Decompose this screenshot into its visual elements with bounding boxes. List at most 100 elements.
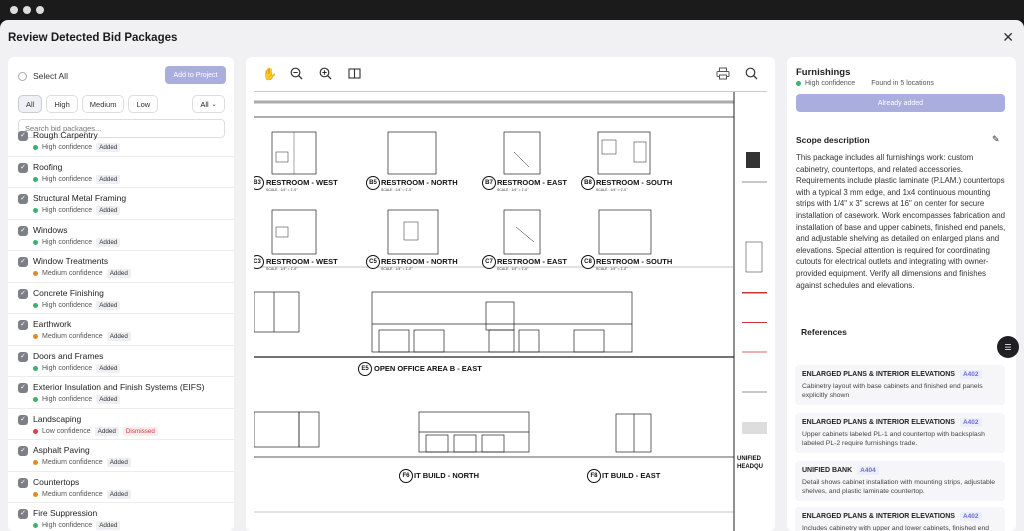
confidence-label: High confidence [42, 175, 93, 183]
drawing-title: RESTROOM - WEST [266, 178, 338, 187]
scale-note: SCALE : 1/4" = 1'-0" [266, 188, 298, 192]
filter-medium-chip[interactable]: Medium [81, 95, 125, 113]
package-meta: Medium confidence Added [33, 489, 131, 499]
list-item[interactable]: ✓ Asphalt Paving Medium confidence Added [8, 440, 234, 472]
check-icon[interactable]: ✓ [18, 225, 28, 236]
list-item[interactable]: ✓ Doors and Frames High confidence Added [8, 346, 234, 377]
check-icon[interactable]: ✓ [18, 414, 28, 425]
drawing-title: IT BUILD - EAST [602, 471, 661, 480]
check-icon[interactable]: ✓ [18, 131, 28, 141]
list-item[interactable]: ✓ Roofing High confidence Added [8, 157, 234, 188]
package-name: Window Treatments [33, 256, 109, 266]
check-icon[interactable]: ✓ [18, 509, 28, 519]
select-all-radio[interactable] [18, 71, 27, 81]
scale-note: SCALE : 1/4" = 1'-0" [497, 267, 529, 271]
check-icon[interactable]: ✓ [18, 351, 28, 362]
list-item[interactable]: ✓ Structural Metal Framing High confiden… [8, 188, 234, 220]
scale-note: SCALE : 1/4" = 1'-0" [381, 188, 413, 192]
modal-window: Review Detected Bid Packages ✕ Select Al… [0, 20, 1024, 531]
zoom-in-icon[interactable] [319, 67, 332, 83]
check-icon[interactable]: ✓ [18, 288, 28, 299]
list-item[interactable]: ✓ Rough Carpentry High confidence Added [8, 125, 234, 157]
check-icon[interactable]: ✓ [18, 320, 28, 330]
confidence-dot [796, 81, 801, 86]
confidence-label: High confidence [42, 301, 93, 309]
package-name: Countertops [33, 476, 80, 487]
window-close-dot[interactable] [10, 6, 18, 14]
reference-card[interactable]: ENLARGED PLANS & INTERIOR ELEVATIONS A40… [795, 507, 1005, 531]
drawing-title: RESTROOM - SOUTH [596, 257, 673, 266]
print-icon[interactable] [716, 67, 730, 83]
select-all-control[interactable]: Select All [18, 71, 68, 81]
check-icon[interactable]: ✓ [18, 162, 28, 173]
confidence-dot [33, 176, 38, 182]
package-detail-panel: Furnishings High confidence Found in 5 l… [787, 57, 1016, 531]
filter-high-chip[interactable]: High [46, 95, 78, 113]
drawing-title: RESTROOM - EAST [497, 257, 568, 266]
window-minimize-dot[interactable] [23, 6, 31, 14]
check-icon[interactable]: ✓ [18, 257, 28, 267]
drawing-title: RESTROOM - NORTH [381, 257, 458, 266]
search-icon[interactable] [745, 67, 758, 83]
sheet-badge[interactable]: A402 [959, 418, 982, 427]
reference-card[interactable]: UNIFIED BANK A404 Detail shows cabinet i… [795, 461, 1005, 501]
sheet-badge[interactable]: A402 [959, 370, 982, 379]
confidence-label: Medium confidence [42, 333, 103, 340]
reference-title: UNIFIED BANK [802, 467, 853, 474]
check-icon[interactable]: ✓ [18, 446, 28, 456]
add-to-project-button[interactable]: Add to Project [165, 66, 226, 84]
window-zoom-dot[interactable] [36, 6, 44, 14]
sheet-badge[interactable]: A402 [959, 512, 982, 521]
package-meta: High confidence Found in 5 locations [796, 80, 934, 87]
list-item[interactable]: ✓ Exterior Insulation and Finish Systems… [8, 377, 234, 409]
check-icon[interactable]: ✓ [18, 194, 28, 204]
confidence-dot [33, 145, 38, 150]
confidence-label: High confidence [42, 364, 93, 372]
hand-pan-icon[interactable]: ✋ [262, 67, 277, 81]
reference-title: ENLARGED PLANS & INTERIOR ELEVATIONS [802, 513, 955, 520]
drawing-tag: C7 [482, 255, 496, 269]
list-item[interactable]: ✓ Concrete Finishing High confidence Add… [8, 283, 234, 314]
list-item[interactable]: ✓ Landscaping Low confidence Added Dismis… [8, 409, 234, 440]
check-icon[interactable]: ✓ [18, 383, 28, 393]
status-dropdown[interactable]: All ⌄ [192, 95, 225, 113]
drawing-title: RESTROOM - NORTH [381, 178, 458, 187]
filter-all-chip[interactable]: All [18, 95, 43, 113]
list-item[interactable]: ✓ Countertops Medium confidence Added [8, 472, 234, 503]
zoom-out-icon[interactable] [290, 67, 303, 83]
edit-pencil-icon[interactable]: ✎ [992, 134, 1000, 145]
package-meta: High confidence Added [33, 521, 121, 530]
package-meta: High confidence Added [33, 300, 121, 310]
drawing-title: RESTROOM - EAST [497, 178, 568, 187]
package-meta: High confidence Added [33, 206, 121, 215]
status-badge: Added [96, 174, 121, 184]
drawing-linework [254, 92, 767, 531]
sheet-badge[interactable]: A404 [857, 466, 879, 475]
confidence-label: High confidence [805, 80, 856, 87]
package-name: Rough Carpentry [33, 130, 98, 140]
status-badge: Added [106, 269, 131, 278]
drawing-sheet[interactable]: B3 RESTROOM - WEST B5 RESTROOM - NORTH B… [254, 91, 767, 531]
package-meta: Medium confidence Added [33, 458, 131, 467]
drawing-title: RESTROOM - WEST [266, 257, 338, 266]
reference-header: UNIFIED BANK A404 [802, 466, 998, 475]
list-item[interactable]: ✓ Windows High confidence Added [8, 220, 234, 251]
package-meta: Medium confidence Added [33, 269, 131, 278]
filter-list-icon[interactable]: ☰ [997, 336, 1019, 358]
check-icon[interactable]: ✓ [18, 477, 28, 488]
status-badge: Added [96, 363, 121, 373]
scale-note: SCALE : 1/4" = 1'-0" [381, 267, 413, 271]
reference-card[interactable]: ENLARGED PLANS & INTERIOR ELEVATIONS A40… [795, 413, 1005, 453]
filter-low-chip[interactable]: Low [128, 95, 159, 113]
confidence-label: High confidence [42, 207, 93, 214]
already-added-button[interactable]: Already added [796, 94, 1005, 112]
reference-card[interactable]: ENLARGED PLANS & INTERIOR ELEVATIONS A40… [795, 365, 1005, 405]
confidence-dot [33, 460, 38, 465]
split-view-icon[interactable] [348, 67, 361, 83]
list-item[interactable]: ✓ Earthwork Medium confidence Added [8, 314, 234, 346]
drawing-title: RESTROOM - SOUTH [596, 178, 673, 187]
close-icon[interactable]: ✕ [1002, 29, 1014, 46]
list-item[interactable]: ✓ Window Treatments Medium confidence Ad… [8, 251, 234, 283]
list-item[interactable]: ✓ Fire Suppression High confidence Added [8, 503, 234, 531]
bid-package-list-panel: Select All Add to Project All High Mediu… [8, 57, 234, 531]
